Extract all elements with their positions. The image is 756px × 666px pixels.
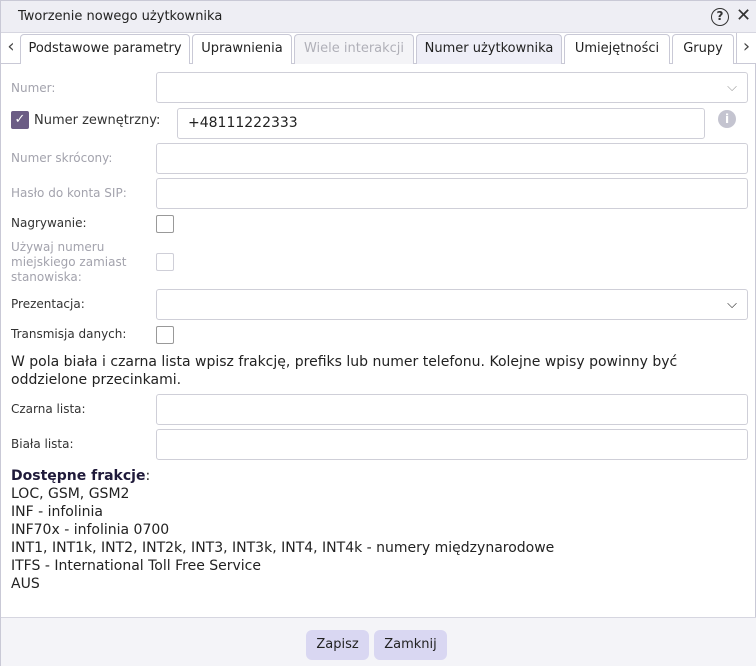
list-item: INT1, INT1k, INT2, INT2k, INT3, INT3k, I… xyxy=(11,540,555,556)
numer-skrocony-input[interactable] xyxy=(156,143,748,174)
list-item: AUS xyxy=(11,576,40,592)
dialog-footer: Zapisz Zamknij xyxy=(1,617,756,666)
save-button[interactable]: Zapisz xyxy=(306,630,369,660)
tab-bar: ‹ Podstawowe parametry Uprawnienia Wiele… xyxy=(1,33,756,64)
tab-scroll-left-icon[interactable]: ‹ xyxy=(1,33,21,63)
numer-zewnetrzny-label: Numer zewnętrzny: xyxy=(34,113,161,128)
haslo-sip-label: Hasło do konta SIP: xyxy=(11,186,127,200)
close-button[interactable]: Zamknij xyxy=(374,630,447,660)
prezentacja-label: Prezentacja: xyxy=(11,297,85,311)
list-item: INF70x - infolinia 0700 xyxy=(11,522,170,538)
close-icon[interactable]: ✕ xyxy=(736,5,751,27)
titlebar: Tworzenie nowego użytkownika ? ✕ xyxy=(1,1,756,33)
user-dialog: Tworzenie nowego użytkownika ? ✕ ‹ Podst… xyxy=(0,0,756,666)
uzywaj-numeru-label-2: miejskiego zamiast xyxy=(11,255,127,269)
tab-grupy[interactable]: Grupy xyxy=(672,34,734,64)
frakcje-header: Dostępne frakcje: xyxy=(11,468,151,484)
czarna-lista-input[interactable] xyxy=(156,394,748,425)
numer-skrocony-label: Numer skrócony: xyxy=(11,151,113,165)
tab-scroll-right-icon[interactable]: › xyxy=(736,33,756,63)
lists-hint: W pola biała i czarna lista wpisz frakcj… xyxy=(11,353,731,389)
biala-lista-input[interactable] xyxy=(156,429,748,460)
numer-select[interactable]: ⌵ xyxy=(156,72,748,103)
numer-zewnetrzny-checkbox[interactable]: ✓ xyxy=(11,111,29,129)
lists-hint-line-2: oddzielone przecinkami. xyxy=(11,372,182,388)
nagrywanie-checkbox[interactable] xyxy=(156,215,174,233)
help-icon[interactable]: ? xyxy=(711,8,729,26)
list-item: INF - infolinia xyxy=(11,504,103,520)
list-item: LOC, GSM, GSM2 xyxy=(11,486,130,502)
numer-zewnetrzny-input[interactable]: +48111222333 xyxy=(177,108,705,139)
uzywaj-numeru-label-3: stanowiska: xyxy=(11,270,82,284)
haslo-sip-input[interactable] xyxy=(156,178,748,209)
dialog-title: Tworzenie nowego użytkownika xyxy=(18,9,223,24)
nagrywanie-label: Nagrywanie: xyxy=(11,216,87,230)
chevron-down-icon: ⌵ xyxy=(727,80,737,95)
tab-wiele-interakcji: Wiele interakcji xyxy=(294,34,414,64)
tab-numer-uzytkownika[interactable]: Numer użytkownika xyxy=(416,34,562,64)
transmisja-label: Transmisja danych: xyxy=(11,327,127,341)
czarna-lista-label: Czarna lista: xyxy=(11,402,86,416)
transmisja-checkbox[interactable] xyxy=(156,326,174,344)
frakcje-list: Dostępne frakcje: LOC, GSM, GSM2 INF - i… xyxy=(11,467,554,593)
uzywaj-numeru-checkbox xyxy=(156,253,174,271)
prezentacja-select[interactable]: ⌵ xyxy=(156,289,748,320)
tab-umiejetnosci[interactable]: Umiejętności xyxy=(564,34,670,64)
uzywaj-numeru-label-1: Używaj numeru xyxy=(11,240,105,254)
tab-podstawowe-parametry[interactable]: Podstawowe parametry xyxy=(20,34,190,64)
chevron-down-icon: ⌵ xyxy=(727,297,737,312)
biala-lista-label: Biała lista: xyxy=(11,437,74,451)
numer-label: Numer: xyxy=(11,81,56,95)
list-item: ITFS - International Toll Free Service xyxy=(11,558,261,574)
lists-hint-line-1: W pola biała i czarna lista wpisz frakcj… xyxy=(11,354,678,370)
info-icon[interactable]: i xyxy=(718,110,736,128)
tab-uprawnienia[interactable]: Uprawnienia xyxy=(192,34,292,64)
